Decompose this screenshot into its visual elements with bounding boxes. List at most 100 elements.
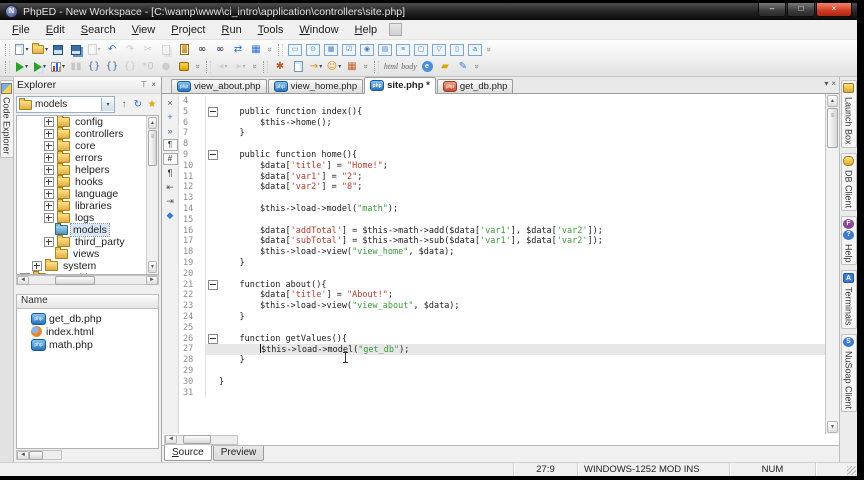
code-editor[interactable]: 45 public function index(){6 $this->home… xyxy=(179,94,825,434)
tree-item-logs[interactable]: logs xyxy=(17,211,158,224)
scroll-right-icon[interactable]: ► xyxy=(145,275,158,285)
refresh-button[interactable]: ↻ xyxy=(131,98,145,112)
paste-button[interactable] xyxy=(175,42,193,57)
panel-splitter[interactable] xyxy=(14,285,161,294)
expand-plus-icon[interactable] xyxy=(44,141,54,151)
save-button[interactable] xyxy=(49,42,67,57)
fold-collapse-icon[interactable] xyxy=(207,279,218,290)
expand-plus-icon[interactable] xyxy=(44,237,54,247)
scroll-thumb[interactable] xyxy=(183,435,211,444)
scroll-down-icon[interactable]: ▼ xyxy=(148,261,157,273)
menu-search[interactable]: Search xyxy=(73,22,124,38)
menu-file[interactable]: File xyxy=(4,22,38,38)
fold-collapse-icon[interactable] xyxy=(207,150,218,161)
tab-close-icon[interactable]: × xyxy=(831,79,836,88)
stop-button[interactable]: ● xyxy=(157,59,175,74)
scroll-thumb[interactable] xyxy=(827,108,838,148)
insert-label-button[interactable]: a xyxy=(466,42,484,57)
new-file-button[interactable]: ▾ xyxy=(13,42,31,57)
dock-tab-help[interactable]: F? Help xyxy=(840,215,857,266)
html-tag-button[interactable]: html xyxy=(382,59,400,74)
profile-button[interactable]: ▾ xyxy=(49,59,67,74)
tab-view-about-php[interactable]: php view_about.php xyxy=(171,79,267,93)
view-tab-source[interactable]: Source xyxy=(164,445,212,461)
menu-view[interactable]: View xyxy=(124,22,164,38)
expand-plus-icon[interactable] xyxy=(44,165,54,175)
open-file-button[interactable]: ▾ xyxy=(31,42,49,57)
deploy-button[interactable]: → ▾ xyxy=(307,59,325,74)
toolbar-overflow-button[interactable]: » xyxy=(362,63,371,71)
expand-plus-icon[interactable] xyxy=(44,129,54,139)
menu-run[interactable]: Run xyxy=(214,22,250,38)
tree-item-helpers[interactable]: helpers xyxy=(17,163,158,176)
run-to-cursor-button[interactable]: *0 xyxy=(139,59,157,74)
find-in-files-button[interactable]: ∞ xyxy=(211,42,229,57)
step-out-button[interactable]: {} xyxy=(121,59,139,74)
maximize-button[interactable]: □ xyxy=(787,3,815,17)
favorites-button[interactable]: ★ xyxy=(145,98,159,112)
php-syntax-check-icon[interactable]: ◆ xyxy=(164,209,177,221)
publish-button[interactable]: ▰ xyxy=(436,59,454,74)
fold-collapse-icon[interactable] xyxy=(207,107,218,118)
tree-item-config[interactable]: config xyxy=(17,116,158,128)
tree-vertical-scrollbar[interactable]: ▲ ▼ xyxy=(146,116,158,274)
expand-plus-icon[interactable] xyxy=(44,189,54,199)
expand-plus-icon[interactable] xyxy=(44,153,54,163)
scroll-up-icon[interactable]: ▲ xyxy=(148,117,157,129)
menu-project[interactable]: Project xyxy=(163,22,213,38)
tree-item-errors[interactable]: errors xyxy=(17,151,158,164)
menu-edit[interactable]: Edit xyxy=(38,22,73,38)
insert-table-button[interactable]: ▦ xyxy=(322,42,340,57)
highlight-matches-icon[interactable]: ¶ xyxy=(162,139,178,151)
scroll-down-icon[interactable]: ▼ xyxy=(827,421,838,433)
security-settings-button[interactable] xyxy=(175,59,193,74)
file-list-horizontal-scrollbar[interactable]: ◄ xyxy=(16,450,62,460)
dock-tab-terminals[interactable]: A Terminals xyxy=(840,270,857,329)
run-button[interactable]: ▾ xyxy=(13,59,31,74)
add-bookmark-icon[interactable]: + xyxy=(164,111,177,123)
tree-horizontal-scrollbar[interactable]: ◄ ► xyxy=(16,275,159,285)
pin-icon[interactable]: ⊤ xyxy=(138,81,149,89)
toolbar-overflow-button[interactable]: » xyxy=(485,46,494,54)
tab-view-home-php[interactable]: php view_home.php xyxy=(267,79,364,93)
expand-plus-icon[interactable] xyxy=(32,261,42,271)
toolbar-overflow-button[interactable]: » xyxy=(473,63,482,71)
menu-window[interactable]: Window xyxy=(291,22,346,38)
insert-div-button[interactable]: ▢ xyxy=(412,42,430,57)
tree-item-something[interactable]: something xyxy=(17,271,158,274)
pause-button[interactable]: ▮▮ xyxy=(67,59,85,74)
menu-extra-icon[interactable] xyxy=(389,23,403,36)
tree-item-core[interactable]: core xyxy=(17,139,158,152)
insert-button-button[interactable]: ▯ xyxy=(448,42,466,57)
show-special-chars-icon[interactable]: » xyxy=(164,125,177,137)
run-in-debugger-button[interactable]: ▾ xyxy=(31,59,49,74)
go-up-button[interactable]: ↑ xyxy=(117,98,131,112)
dock-tab-nusoap-client[interactable]: S NuSoap Client xyxy=(840,333,857,412)
insert-checkbox-button[interactable]: ☑ xyxy=(340,42,358,57)
minimize-button[interactable]: – xyxy=(758,3,786,17)
editor-vertical-scrollbar[interactable]: ▲ ▼ xyxy=(825,94,839,434)
find-button[interactable]: ∞ xyxy=(193,42,211,57)
scroll-thumb[interactable] xyxy=(148,130,157,166)
toolbar-overflow-button[interactable]: » xyxy=(251,63,260,71)
show-paragraph-marks-icon[interactable]: ¶ xyxy=(164,167,177,179)
view-tab-preview[interactable]: Preview xyxy=(212,446,265,461)
navigate-forward-button[interactable]: ▸ ▾ xyxy=(232,59,250,74)
expand-plus-icon[interactable] xyxy=(44,117,54,127)
browser-preview-button[interactable]: e xyxy=(418,59,436,74)
file-item-index-html[interactable]: index.html xyxy=(17,325,158,338)
file-item-math-php[interactable]: php math.php xyxy=(17,338,158,351)
edit-pencil-button[interactable]: ✎ xyxy=(454,59,472,74)
redo-button[interactable]: ↷ xyxy=(121,42,139,57)
close-file-icon[interactable]: × xyxy=(164,97,177,109)
expand-plus-icon[interactable] xyxy=(20,273,30,274)
copy-button[interactable] xyxy=(157,42,175,57)
settings-button[interactable]: ✱ xyxy=(271,59,289,74)
menu-help[interactable]: Help xyxy=(347,22,386,38)
replace-button[interactable]: ⇄ xyxy=(229,42,247,57)
expand-plus-icon[interactable] xyxy=(44,213,54,223)
tab-get-db-php[interactable]: php get_db.php xyxy=(436,79,514,93)
insert-radio-button[interactable]: ◉ xyxy=(358,42,376,57)
navigate-back-button[interactable]: ◂ ▾ xyxy=(214,59,232,74)
toolbar-overflow-button[interactable]: » xyxy=(194,63,203,71)
